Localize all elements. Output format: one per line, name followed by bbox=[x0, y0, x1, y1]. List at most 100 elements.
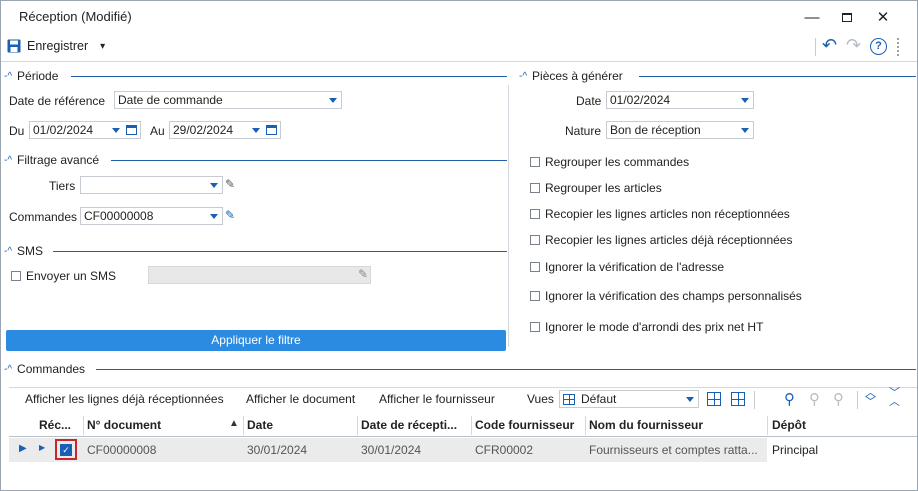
option-label: Ignorer le mode d'arrondi des prix net H… bbox=[545, 320, 764, 334]
periode-divider bbox=[71, 76, 507, 77]
chevron-down-icon bbox=[741, 98, 749, 103]
close-button[interactable]: ✕ bbox=[866, 5, 900, 29]
col-header-depot[interactable]: Dépôt bbox=[772, 418, 806, 432]
calendar-icon[interactable] bbox=[266, 125, 277, 135]
option-checkbox[interactable] bbox=[530, 322, 540, 332]
tiers-label: Tiers bbox=[49, 179, 76, 193]
col-header-document[interactable]: N° document bbox=[87, 418, 161, 432]
maximize-button[interactable] bbox=[830, 5, 864, 29]
minimize-button[interactable]: — bbox=[795, 5, 829, 29]
pieces-divider bbox=[639, 76, 916, 77]
toolbar-divider bbox=[815, 38, 816, 56]
filtrage-divider bbox=[111, 160, 507, 161]
sms-divider bbox=[53, 251, 507, 252]
column-divider bbox=[83, 416, 84, 435]
cell-document: CF00000008 bbox=[87, 443, 157, 457]
pieces-header[interactable]: -^ Pièces à générer bbox=[519, 69, 623, 83]
expand-row-icon[interactable]: ▶ bbox=[39, 443, 45, 452]
column-divider bbox=[471, 416, 472, 435]
chevron-down-icon bbox=[741, 128, 749, 133]
pieces-date-value: 01/02/2024 bbox=[610, 93, 671, 107]
option-label: Ignorer la vérification de l'adresse bbox=[545, 260, 725, 274]
collapse-chevron-icon: -^ bbox=[4, 154, 13, 166]
pieces-date-field[interactable]: 01/02/2024 bbox=[606, 91, 754, 109]
cell-depot[interactable]: Principal bbox=[772, 443, 912, 457]
option-label: Regrouper les articles bbox=[545, 181, 662, 195]
calendar-icon[interactable] bbox=[126, 125, 137, 135]
collapse-chevron-icon: -^ bbox=[4, 363, 13, 375]
vues-select[interactable]: Défaut bbox=[559, 390, 699, 408]
cell-nom-fournisseur: Fournisseurs et comptes ratta... bbox=[589, 443, 758, 457]
au-date-value: 29/02/2024 bbox=[173, 123, 234, 137]
du-date-field[interactable]: 01/02/2024 bbox=[29, 121, 141, 139]
option-checkbox[interactable] bbox=[530, 262, 540, 272]
option-label: Recopier les lignes articles non récepti… bbox=[545, 207, 790, 221]
grid-header: Réc... N° document ▲ Date Date de récept… bbox=[9, 414, 917, 437]
column-divider bbox=[243, 416, 244, 435]
chevron-down-icon bbox=[210, 183, 218, 188]
show-document-button[interactable]: Afficher le document bbox=[246, 392, 355, 406]
apply-filter-button[interactable]: Appliquer le filtre bbox=[6, 330, 506, 351]
filtrage-header[interactable]: -^ Filtrage avancé bbox=[4, 153, 99, 167]
reception-window: Réception (Modifié) — ✕ Enregistrer ▾ ↶ … bbox=[0, 0, 918, 491]
col-header-received[interactable]: Réc... bbox=[39, 418, 71, 432]
toolbar-divider bbox=[754, 391, 755, 409]
edit-pencil-icon[interactable]: ✎ bbox=[225, 177, 235, 191]
col-header-date[interactable]: Date bbox=[247, 418, 273, 432]
sms-header[interactable]: -^ SMS bbox=[4, 244, 43, 258]
show-supplier-button[interactable]: Afficher le fournisseur bbox=[379, 392, 495, 406]
col-header-code-fournisseur[interactable]: Code fournisseur bbox=[475, 418, 574, 432]
show-received-lines-button[interactable]: Afficher les lignes déjà réceptionnées bbox=[25, 392, 224, 406]
periode-header[interactable]: -^ Période bbox=[4, 69, 58, 83]
pieces-date-label: Date bbox=[576, 94, 602, 108]
option-label: Regrouper les commandes bbox=[545, 155, 690, 169]
save-dropdown-icon[interactable]: ▾ bbox=[100, 41, 105, 52]
option-checkbox[interactable] bbox=[530, 291, 540, 301]
au-date-field[interactable]: 29/02/2024 bbox=[169, 121, 281, 139]
grid-columns-icon[interactable] bbox=[731, 392, 745, 406]
search-icon[interactable]: ⚲ bbox=[784, 390, 795, 408]
collapse-all-icon[interactable]: ︿ ﹀ bbox=[865, 388, 876, 408]
toolbar-grip-icon bbox=[897, 38, 905, 56]
chevron-down-icon bbox=[252, 128, 260, 133]
commandes-section-header[interactable]: -^ Commandes bbox=[4, 362, 85, 376]
redo-icon[interactable]: ↷ bbox=[846, 35, 861, 56]
table-row[interactable]: ▶ ▶ ✓ CF00000008 30/01/2024 30/01/2024 C… bbox=[9, 438, 917, 462]
help-icon[interactable]: ? bbox=[870, 38, 887, 55]
option-checkbox[interactable] bbox=[530, 235, 540, 245]
grid-settings-icon[interactable] bbox=[707, 392, 721, 406]
sms-field[interactable] bbox=[148, 266, 371, 284]
expand-all-icon[interactable]: ﹀ ︿ bbox=[889, 388, 900, 408]
edit-pencil-icon[interactable]: ✎ bbox=[358, 267, 368, 281]
du-date-value: 01/02/2024 bbox=[33, 123, 94, 137]
option-checkbox[interactable] bbox=[530, 183, 540, 193]
chevron-down-icon bbox=[686, 397, 694, 402]
received-checkbox[interactable]: ✓ bbox=[60, 444, 72, 456]
option-checkbox[interactable] bbox=[530, 209, 540, 219]
col-header-date-reception[interactable]: Date de récepti... bbox=[361, 418, 457, 432]
au-label: Au bbox=[150, 124, 165, 138]
option-label: Recopier les lignes articles déjà récept… bbox=[545, 233, 793, 247]
col-header-nom-fournisseur[interactable]: Nom du fournisseur bbox=[589, 418, 703, 432]
column-separator bbox=[508, 85, 509, 347]
search-prev-icon[interactable]: ⚲ bbox=[833, 390, 844, 408]
grid-view-icon bbox=[563, 394, 575, 405]
date-reference-label: Date de référence bbox=[9, 94, 106, 108]
nature-value: Bon de réception bbox=[610, 123, 701, 137]
tiers-select[interactable] bbox=[80, 176, 223, 194]
undo-icon[interactable]: ↶ bbox=[822, 35, 837, 56]
minimize-icon: — bbox=[804, 8, 820, 26]
collapse-chevron-icon: -^ bbox=[4, 245, 13, 257]
nature-select[interactable]: Bon de réception bbox=[606, 121, 754, 139]
date-reference-select[interactable]: Date de commande bbox=[114, 91, 342, 109]
sms-title: SMS bbox=[17, 244, 44, 258]
collapse-chevron-icon: -^ bbox=[4, 70, 13, 82]
date-reference-value: Date de commande bbox=[118, 93, 223, 107]
commandes-select[interactable]: CF00000008 bbox=[80, 207, 223, 225]
sort-ascending-icon[interactable]: ▲ bbox=[229, 418, 239, 429]
save-button[interactable]: Enregistrer ▾ bbox=[7, 39, 105, 53]
search-next-icon[interactable]: ⚲ bbox=[809, 390, 820, 408]
edit-pencil-icon[interactable]: ✎ bbox=[225, 208, 235, 222]
option-checkbox[interactable] bbox=[530, 157, 540, 167]
envoyer-sms-checkbox[interactable] bbox=[11, 271, 21, 281]
